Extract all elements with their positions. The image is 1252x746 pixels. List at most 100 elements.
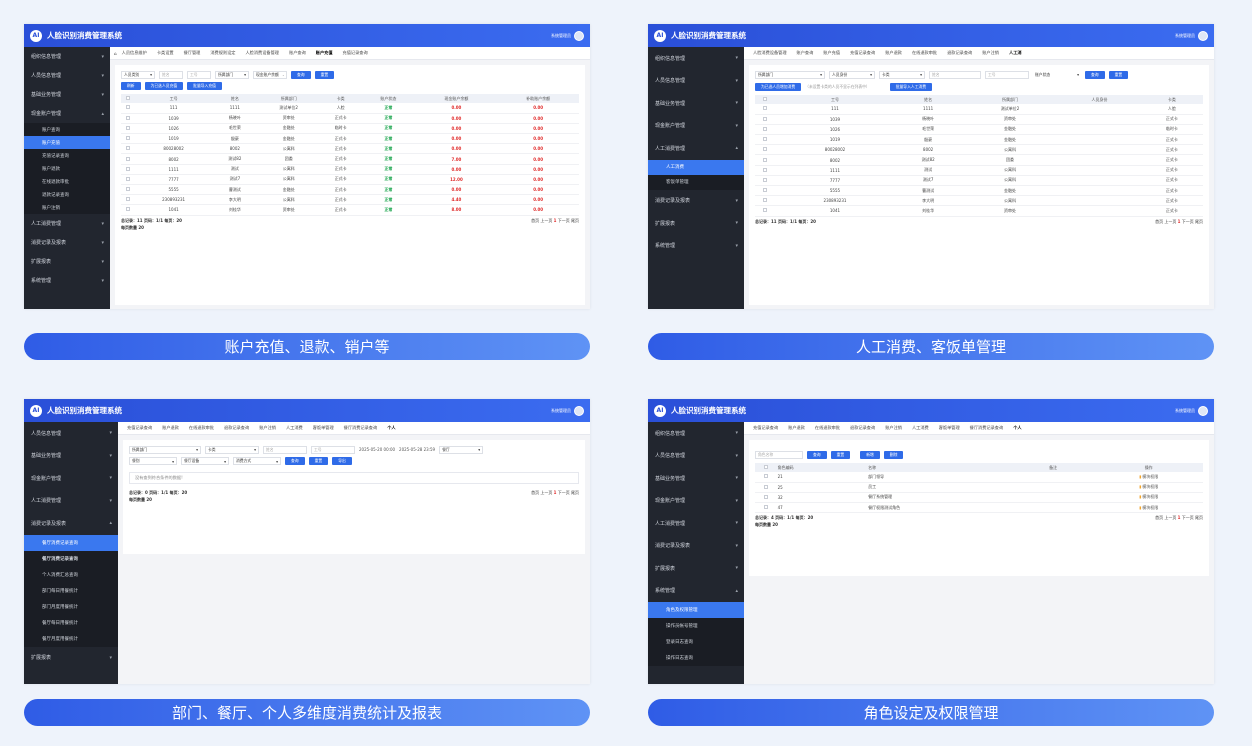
- row-checkbox[interactable]: [763, 137, 768, 142]
- sidebar-subitem-active[interactable]: 账户充值: [24, 136, 110, 149]
- table-row[interactable]: 1026 毛世荣 金融处 临时卡 正常 0.00 0.00: [121, 123, 579, 135]
- tab[interactable]: 餐厅管理: [179, 50, 206, 56]
- user-label[interactable]: 系统管理员: [551, 408, 571, 414]
- sidebar-subitem[interactable]: 餐厅月度用餐统计: [24, 630, 118, 647]
- avatar[interactable]: [574, 405, 584, 416]
- table-row[interactable]: 7777 测试7 公寓科 正式卡 正常 12.00 0.00: [121, 174, 579, 186]
- table-row[interactable]: 5555 曹测试 金融处 正式卡 正常 0.00 0.00: [121, 184, 579, 196]
- reset-button[interactable]: 重置: [830, 450, 851, 459]
- sidebar-item[interactable]: 组织信息管理: [648, 422, 744, 445]
- table-row[interactable]: 1019 殷豪 金融处 正式卡 正常 0.00 0.00: [121, 133, 579, 145]
- sidebar-subitem[interactable]: 账户注销: [24, 201, 110, 214]
- tab[interactable]: 人员信息维护: [117, 50, 152, 56]
- sidebar-item[interactable]: 人工消费管理: [24, 214, 110, 233]
- sidebar-item[interactable]: 基础业务管理: [24, 85, 110, 104]
- tab[interactable]: 充值记录查询: [845, 50, 880, 56]
- sidebar-subitem[interactable]: 操作员帐号管理: [648, 618, 744, 634]
- dept-select[interactable]: 所属部门 ▾: [755, 70, 825, 79]
- id-input[interactable]: 工号: [187, 70, 211, 79]
- tab[interactable]: 账户注销: [254, 425, 281, 431]
- sidebar-item[interactable]: 消费记录及报表: [648, 190, 744, 213]
- module-permission-link[interactable]: 模块权限: [1139, 484, 1158, 489]
- sidebar-item[interactable]: 扩展报表: [648, 212, 744, 235]
- tab[interactable]: 账户退款: [783, 425, 810, 431]
- tab[interactable]: 人脸消费设备管理: [240, 50, 284, 56]
- table-row[interactable]: 1111 测试 公寓科 正式卡 正常 0.00 0.00: [121, 164, 579, 175]
- module-permission-link[interactable]: 模块权限: [1139, 474, 1158, 479]
- row-checkbox[interactable]: [763, 177, 768, 182]
- export-button[interactable]: 导出: [332, 457, 352, 465]
- sidebar-item[interactable]: 人员信息管理: [648, 445, 744, 468]
- row-checkbox[interactable]: [764, 505, 769, 510]
- table-row[interactable]: 111 1111 测试单位2 人脸: [755, 104, 1203, 115]
- reset-button[interactable]: 重置: [314, 70, 335, 79]
- row-checkbox[interactable]: [125, 146, 130, 151]
- module-permission-link[interactable]: 模块权限: [1139, 494, 1158, 499]
- identity-select[interactable]: 人员身份 ▾: [829, 70, 875, 79]
- table-row[interactable]: 21部门领导 模块权限: [755, 472, 1203, 483]
- avatar[interactable]: [1198, 30, 1208, 41]
- tab-active[interactable]: 个人: [1008, 425, 1026, 431]
- sidebar-item[interactable]: 人工消费管理: [648, 512, 744, 535]
- sidebar-subitem[interactable]: 登录日志查询: [648, 634, 744, 650]
- add-consume-button[interactable]: 为已选人员增加消费: [755, 83, 802, 91]
- charge-selected-button[interactable]: 为已选人员充值: [144, 82, 184, 90]
- tab[interactable]: 充值记录查询: [748, 425, 783, 431]
- sidebar-subitem[interactable]: 充值记录查询: [24, 149, 110, 162]
- user-label[interactable]: 系统管理员: [1175, 33, 1195, 39]
- table-row[interactable]: 25员工 模块权限: [755, 482, 1203, 493]
- name-input[interactable]: 姓名: [929, 70, 981, 79]
- sidebar-subitem[interactable]: 餐厅消费记录查询: [24, 550, 118, 567]
- row-checkbox[interactable]: [763, 198, 768, 203]
- sidebar-item[interactable]: 消费记录及报表: [24, 233, 110, 252]
- tab-active[interactable]: 个人: [382, 425, 400, 431]
- sidebar-item[interactable]: 系统管理: [24, 271, 110, 290]
- tab[interactable]: 客饭单管理: [934, 425, 965, 431]
- dept-select[interactable]: 所属部门 ▾: [215, 70, 249, 79]
- tab[interactable]: 账户充值: [818, 50, 845, 56]
- row-checkbox[interactable]: [125, 136, 130, 141]
- sidebar-item[interactable]: 扩展报表: [24, 252, 110, 271]
- pagination[interactable]: 首页 上一页 1 下一页 尾页: [1155, 219, 1203, 225]
- canteen-select[interactable]: 餐厅 ▾: [439, 445, 484, 454]
- user-label[interactable]: 系统管理员: [551, 33, 571, 39]
- per-page-select[interactable]: 每页数量 20: [121, 225, 144, 231]
- table-row[interactable]: 1019 殷豪 金融处 正式卡: [755, 134, 1203, 146]
- sidebar-subitem[interactable]: 操作日志查询: [648, 650, 744, 666]
- tab[interactable]: 退款记录查询: [219, 425, 254, 431]
- tab[interactable]: 消费规则设定: [205, 50, 240, 56]
- sidebar-item[interactable]: 系统管理: [648, 235, 744, 258]
- delete-button[interactable]: 删除: [883, 450, 904, 459]
- sidebar-item[interactable]: 基础业务管理: [24, 445, 118, 468]
- row-checkbox[interactable]: [125, 105, 130, 110]
- canteen-device-select[interactable]: 餐厅设备 ▾: [181, 457, 229, 465]
- sidebar-subitem[interactable]: 个人消费汇总查询: [24, 566, 118, 583]
- table-row[interactable]: 1026 毛世荣 金融处 临时卡: [755, 124, 1203, 136]
- row-checkbox[interactable]: [125, 166, 130, 171]
- table-row[interactable]: 8002 测试82 团委 正式卡: [755, 154, 1203, 166]
- reset-button[interactable]: 重置: [308, 457, 329, 465]
- card-type-select[interactable]: 卡类 ▾: [205, 445, 259, 454]
- row-checkbox[interactable]: [125, 187, 130, 192]
- tab[interactable]: 退款记录查询: [845, 425, 880, 431]
- start-time-input[interactable]: 2025-05-20 00:00: [359, 447, 395, 452]
- select-all-checkbox[interactable]: [125, 96, 130, 100]
- table-row[interactable]: 1041 刘桂华 资审处 正式卡: [755, 205, 1203, 217]
- per-page-select[interactable]: 每页数量 20: [755, 522, 778, 528]
- tab[interactable]: 账户查询: [284, 50, 311, 56]
- person-type-select[interactable]: 人员类别 ▾: [121, 70, 155, 79]
- sidebar-item[interactable]: 组织信息管理: [24, 47, 110, 66]
- batch-import-button[interactable]: 批量导入充值: [187, 82, 222, 90]
- account-status-select[interactable]: 账户状态 ▾: [1033, 71, 1081, 79]
- row-checkbox[interactable]: [763, 167, 768, 172]
- sidebar-item[interactable]: 消费记录及报表: [648, 535, 744, 558]
- tab[interactable]: 餐厅消费记录查询: [339, 425, 383, 431]
- sidebar-subitem[interactable]: 退款记录查询: [24, 188, 110, 201]
- table-row[interactable]: 1111 测试 公寓科 正式卡: [755, 165, 1203, 176]
- row-checkbox[interactable]: [763, 208, 768, 213]
- cash-balance-select[interactable]: 现金账户余额 -: [253, 70, 287, 79]
- row-checkbox[interactable]: [125, 197, 130, 202]
- sidebar-subitem-active[interactable]: 餐厅消费记录查询: [24, 534, 118, 551]
- sidebar-item[interactable]: 扩展报表: [24, 647, 118, 670]
- sidebar-item[interactable]: 人员信息管理: [24, 66, 110, 85]
